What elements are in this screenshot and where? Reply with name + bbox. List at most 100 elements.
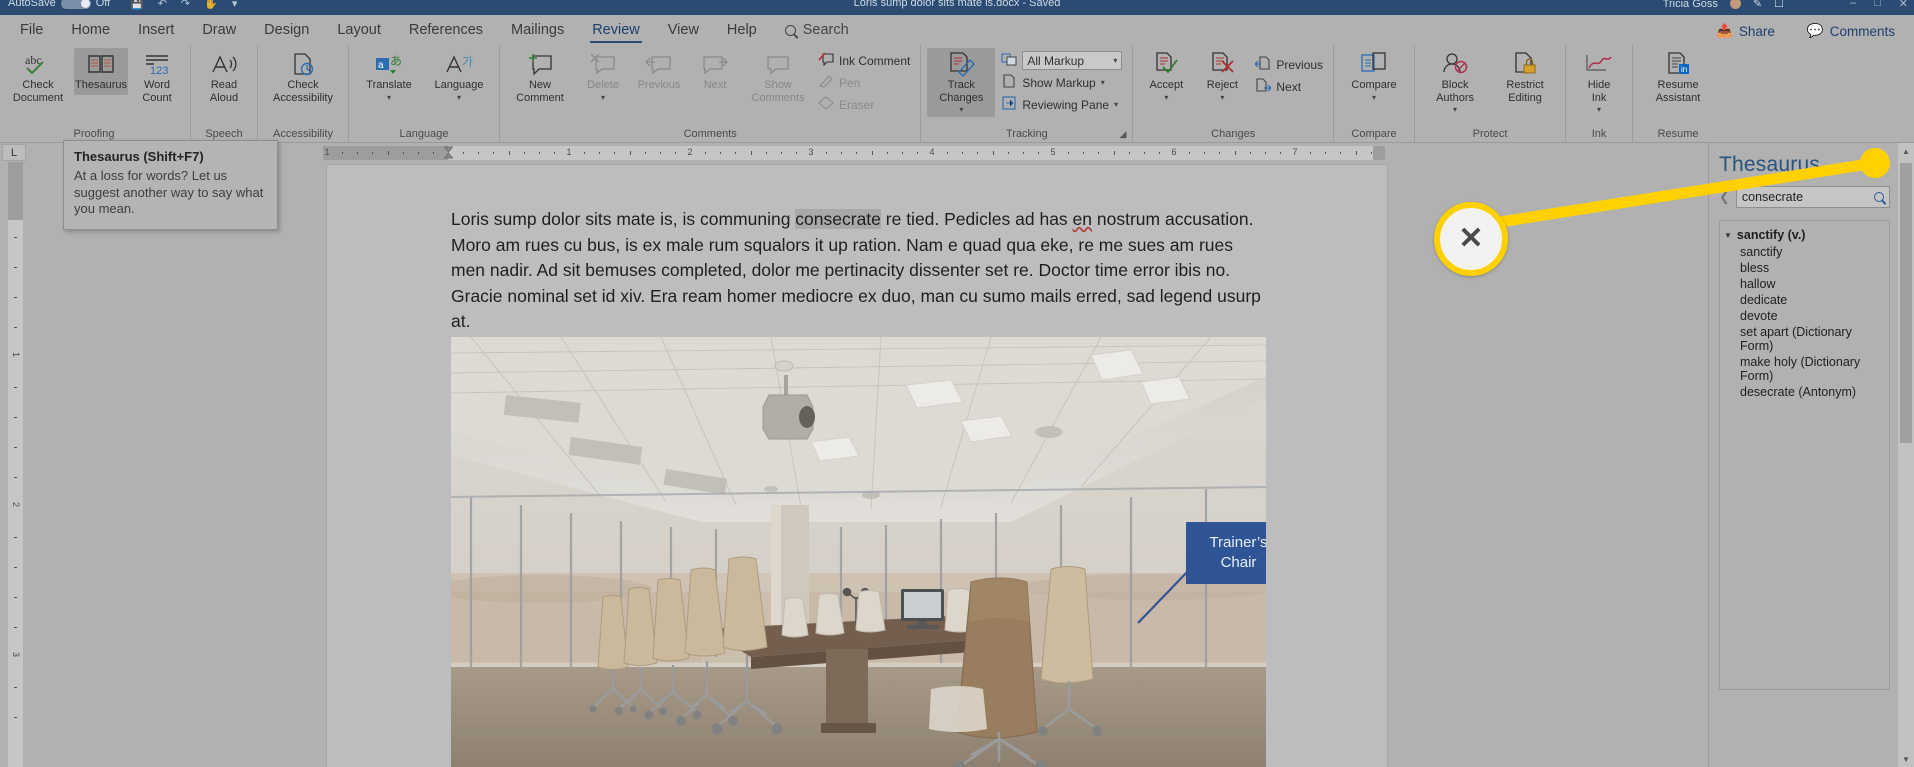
previous-comment-button[interactable]: Previous: [632, 48, 686, 95]
pane-close-icon[interactable]: ✕: [1877, 156, 1890, 174]
chevron-down-icon[interactable]: ▾: [1597, 106, 1601, 114]
vertical-ruler[interactable]: 1 2 3: [8, 162, 23, 767]
chevron-down-icon[interactable]: ▾: [387, 93, 391, 102]
tab-stop-selector[interactable]: L: [2, 144, 26, 161]
chevron-down-icon[interactable]: ▾: [1372, 93, 1376, 102]
track-changes-button[interactable]: Track Changes ▾: [927, 48, 996, 118]
previous-change-button[interactable]: Previous: [1251, 54, 1327, 75]
chevron-down-icon[interactable]: ▾: [601, 93, 605, 102]
chevron-down-icon[interactable]: ▾: [1114, 100, 1118, 109]
hide-ink-button[interactable]: Hide Ink ▾: [1572, 48, 1626, 117]
restore-icon[interactable]: □: [1874, 0, 1881, 10]
next-change-button[interactable]: Next: [1251, 76, 1327, 97]
ruler-tick: [1007, 152, 1009, 154]
document-canvas[interactable]: Loris sump dolor sits mate is, is commun…: [26, 162, 1896, 767]
thesaurus-results-list[interactable]: ▼ sanctify (v.) sanctify bless hallow de…: [1719, 220, 1890, 690]
tab-layout[interactable]: Layout: [323, 18, 395, 42]
chevron-down-icon[interactable]: ▾: [1101, 78, 1105, 87]
new-comment-button[interactable]: New Comment: [506, 48, 574, 107]
thesaurus-result-item[interactable]: make holy (Dictionary Form): [1724, 354, 1885, 384]
reject-button[interactable]: Reject ▾: [1195, 48, 1249, 105]
read-aloud-button[interactable]: Read Aloud: [197, 48, 251, 107]
document-page[interactable]: Loris sump dolor sits mate is, is commun…: [327, 165, 1387, 767]
pen-button[interactable]: Pen: [814, 72, 914, 93]
thesaurus-result-item[interactable]: devote: [1724, 308, 1885, 324]
check-accessibility-button[interactable]: Check Accessibility: [264, 48, 342, 107]
tab-mailings[interactable]: Mailings: [497, 18, 578, 42]
thesaurus-result-group-header[interactable]: ▼ sanctify (v.): [1724, 227, 1885, 244]
language-button[interactable]: 가 Language ▾: [425, 48, 493, 105]
delete-comment-button[interactable]: Delete ▾: [576, 48, 630, 105]
tab-file[interactable]: File: [6, 18, 57, 42]
tab-help[interactable]: Help: [713, 18, 771, 42]
pane-options-icon[interactable]: ▾: [1861, 158, 1867, 172]
back-arrow-icon[interactable]: ❮: [1719, 189, 1730, 205]
chevron-down-icon[interactable]: ▾: [1164, 93, 1168, 102]
scroll-down-icon[interactable]: ▼: [1898, 751, 1914, 767]
avatar[interactable]: [1729, 0, 1741, 9]
conference-room-image[interactable]: Trainer’s Chair: [451, 337, 1266, 767]
tab-insert[interactable]: Insert: [124, 18, 188, 42]
thesaurus-result-item[interactable]: desecrate (Antonym): [1724, 384, 1885, 400]
minimize-icon[interactable]: –: [1850, 0, 1856, 10]
thesaurus-result-item[interactable]: set apart (Dictionary Form): [1724, 324, 1885, 354]
chevron-down-icon[interactable]: ▾: [1453, 106, 1457, 114]
markup-select[interactable]: All Markup ▾: [1022, 51, 1123, 70]
chevron-down-icon[interactable]: ▾: [959, 106, 963, 114]
redo-icon[interactable]: ↷: [181, 0, 190, 10]
tab-draw[interactable]: Draw: [188, 18, 250, 42]
undo-icon[interactable]: ↶: [158, 0, 167, 10]
compare-button[interactable]: Compare ▾: [1340, 48, 1408, 105]
show-comments-button[interactable]: Show Comments: [744, 48, 812, 107]
markup-display-dropdown[interactable]: All Markup ▾: [997, 50, 1126, 71]
chevron-down-icon[interactable]: ▾: [1220, 93, 1224, 102]
ribbon-display-icon[interactable]: ☐: [1774, 0, 1784, 10]
thesaurus-result-item[interactable]: dedicate: [1724, 292, 1885, 308]
comments-button[interactable]: 💬 Comments: [1796, 18, 1906, 44]
misspelled-word[interactable]: en: [1073, 209, 1092, 229]
autosave-switch[interactable]: [60, 0, 91, 9]
scrollbar-thumb[interactable]: [1900, 163, 1912, 443]
selected-word[interactable]: consecrate: [795, 209, 881, 229]
block-authors-button[interactable]: Block Authors ▾: [1421, 48, 1489, 117]
trainers-chair-callout[interactable]: Trainer’s Chair: [1186, 522, 1266, 584]
thesaurus-button[interactable]: Thesaurus: [74, 48, 128, 95]
thesaurus-result-item[interactable]: hallow: [1724, 276, 1885, 292]
share-button[interactable]: 📤 Share: [1705, 18, 1786, 44]
thesaurus-search-input[interactable]: consecrate: [1735, 186, 1890, 208]
show-markup-button[interactable]: Show Markup ▾: [997, 72, 1126, 93]
chevron-down-icon[interactable]: ▾: [457, 93, 461, 102]
horizontal-ruler[interactable]: 1 1 2 3 4 5 6 7: [323, 146, 1385, 160]
tab-references[interactable]: References: [395, 18, 497, 42]
resume-assistant-button[interactable]: in Resume Assistant: [1639, 48, 1717, 107]
vertical-scrollbar[interactable]: ▲ ▼: [1898, 143, 1914, 767]
search-box[interactable]: Search: [771, 22, 849, 38]
save-icon[interactable]: 💾: [130, 0, 144, 10]
word-count-button[interactable]: 123 Word Count: [130, 48, 184, 107]
document-paragraph[interactable]: Loris sump dolor sits mate is, is commun…: [451, 207, 1266, 335]
eraser-button[interactable]: Eraser: [814, 94, 914, 115]
translate-button[interactable]: aあ Translate ▾: [355, 48, 423, 105]
restrict-editing-button[interactable]: Restrict Editing: [1491, 48, 1559, 107]
tracking-dialog-launcher-icon[interactable]: ◢: [1119, 129, 1126, 140]
thesaurus-result-item[interactable]: sanctify: [1724, 244, 1885, 260]
tab-view[interactable]: View: [654, 18, 713, 42]
accept-button[interactable]: Accept ▾: [1139, 48, 1193, 105]
first-line-indent-marker[interactable]: [443, 146, 454, 160]
thesaurus-result-item[interactable]: bless: [1724, 260, 1885, 276]
ink-comment-button[interactable]: Ink Comment: [814, 50, 914, 71]
autosave-toggle[interactable]: AutoSave Off: [8, 0, 110, 9]
scroll-up-icon[interactable]: ▲: [1898, 143, 1914, 159]
pen-tool-icon[interactable]: ✎: [1753, 0, 1762, 10]
touch-mode-icon[interactable]: ✋: [204, 0, 218, 10]
close-icon[interactable]: ✕: [1899, 0, 1908, 10]
tab-home[interactable]: Home: [57, 18, 124, 42]
tab-review[interactable]: Review: [578, 18, 654, 43]
reviewing-pane-button[interactable]: Reviewing Pane ▾: [997, 94, 1126, 115]
check-document-button[interactable]: abc Check Document: [4, 48, 72, 107]
customize-qat-icon[interactable]: ▾: [232, 0, 238, 10]
search-icon[interactable]: [1874, 192, 1884, 202]
collapse-triangle-icon[interactable]: ▼: [1724, 228, 1732, 243]
next-comment-button[interactable]: Next: [688, 48, 742, 95]
tab-design[interactable]: Design: [250, 18, 323, 42]
